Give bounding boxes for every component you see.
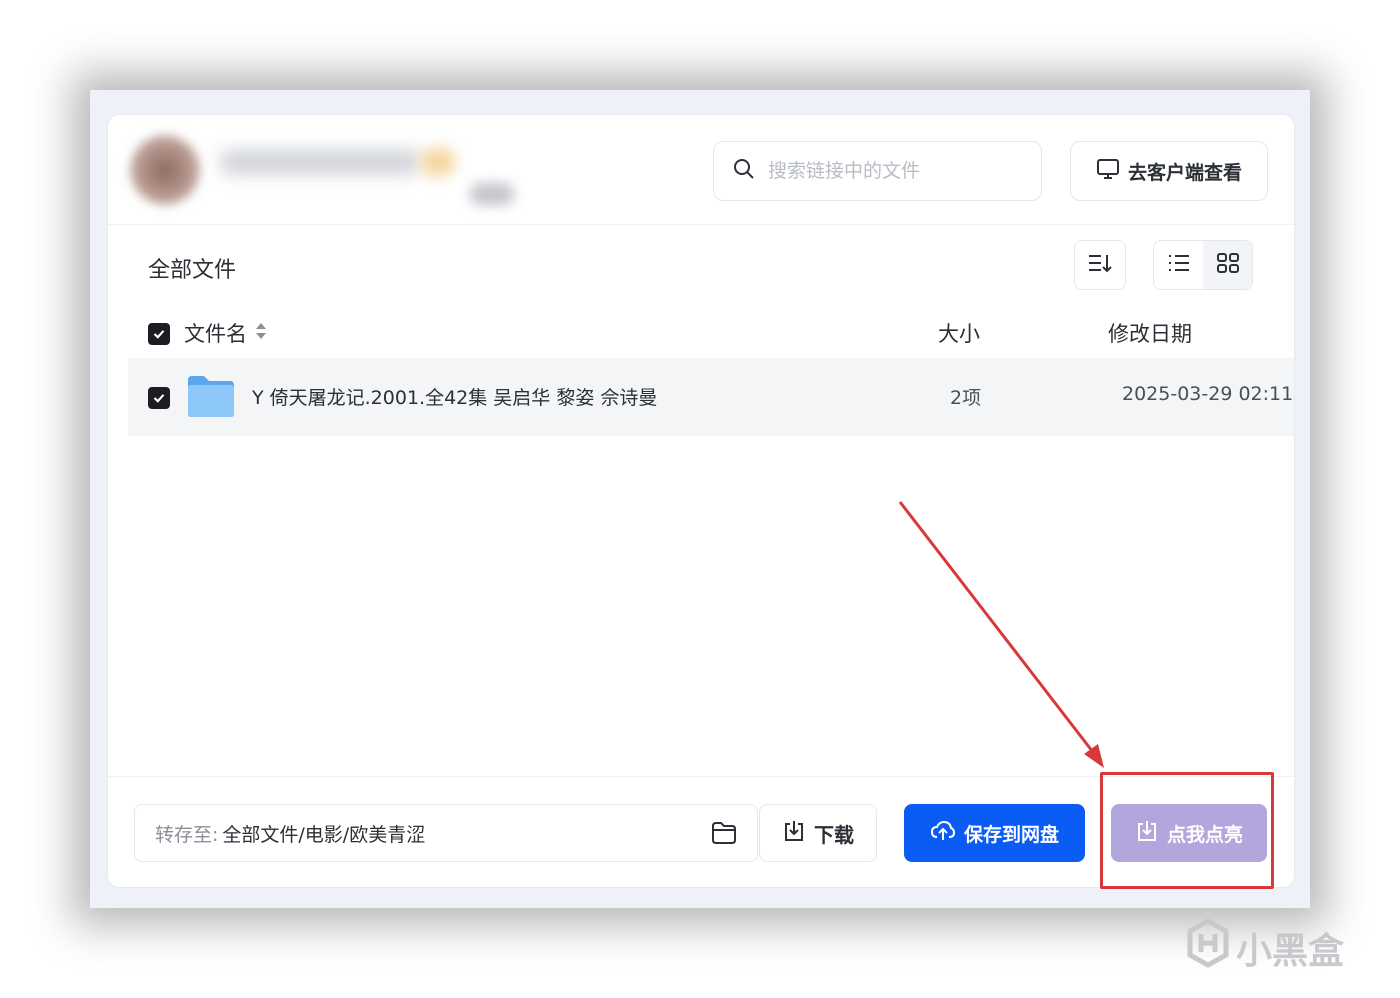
file-date: 2025-03-29 02:11 — [1122, 383, 1294, 405]
view-toggle — [1153, 240, 1253, 290]
search-box[interactable] — [713, 141, 1042, 201]
heybox-logo-icon — [1186, 918, 1230, 977]
share-header: 去客户端查看 — [108, 115, 1294, 225]
page-title: 全部文件 — [148, 258, 237, 283]
folder-icon — [186, 374, 236, 418]
save-to-cloud-button[interactable]: 保存到网盘 — [904, 804, 1085, 862]
watermark-text: 小黑盒 — [1236, 930, 1345, 972]
download-button[interactable]: 下载 — [759, 804, 877, 862]
list-view-button[interactable] — [1154, 241, 1203, 289]
save-destination[interactable]: 转存至: 全部文件/电影/欧美青涩 — [134, 804, 758, 862]
select-all-checkbox[interactable] — [148, 323, 170, 345]
avatar — [130, 135, 200, 205]
grid-icon — [1216, 252, 1240, 278]
search-input[interactable] — [768, 160, 1028, 182]
file-name[interactable]: Y 倚天屠龙记.2001.全42集 吴启华 黎姿 佘诗曼 — [252, 383, 657, 410]
list-icon — [1167, 253, 1191, 277]
sharer-name-blurred — [220, 149, 420, 175]
sharer-info-blurred — [130, 125, 530, 220]
download-label: 下载 — [814, 822, 854, 847]
search-icon — [732, 157, 756, 185]
row-checkbox[interactable] — [148, 387, 170, 409]
grid-view-button[interactable] — [1203, 241, 1252, 289]
destination-path: 全部文件/电影/欧美青涩 — [222, 823, 426, 846]
tag-blurred — [470, 183, 514, 205]
sort-button[interactable] — [1074, 240, 1126, 290]
sort-icon — [1087, 252, 1113, 278]
open-client-button[interactable]: 去客户端查看 — [1070, 141, 1268, 201]
save-to-cloud-label: 保存到网盘 — [963, 823, 1059, 846]
column-size-header: 大小 — [938, 322, 980, 346]
file-size: 2项 — [950, 387, 982, 409]
annotation-highlight-box — [1100, 772, 1274, 889]
download-icon — [782, 819, 806, 848]
monitor-icon — [1096, 157, 1120, 186]
vip-badge-blurred — [420, 147, 456, 177]
open-client-label: 去客户端查看 — [1127, 161, 1242, 184]
column-name-label: 文件名 — [184, 322, 247, 346]
sort-updown-icon — [255, 321, 267, 346]
destination-label: 转存至: — [155, 823, 219, 846]
table-row[interactable]: Y 倚天屠龙记.2001.全42集 吴启华 黎姿 佘诗曼 2项 2025-03-… — [128, 358, 1294, 436]
watermark: 小黑盒 — [1186, 918, 1344, 977]
column-date-header: 修改日期 — [1108, 322, 1192, 346]
column-name-header[interactable]: 文件名 — [184, 318, 267, 348]
table-header: 文件名 大小 修改日期 — [108, 310, 1294, 358]
cloud-upload-icon — [930, 820, 956, 847]
folder-outline-icon[interactable] — [711, 821, 737, 845]
